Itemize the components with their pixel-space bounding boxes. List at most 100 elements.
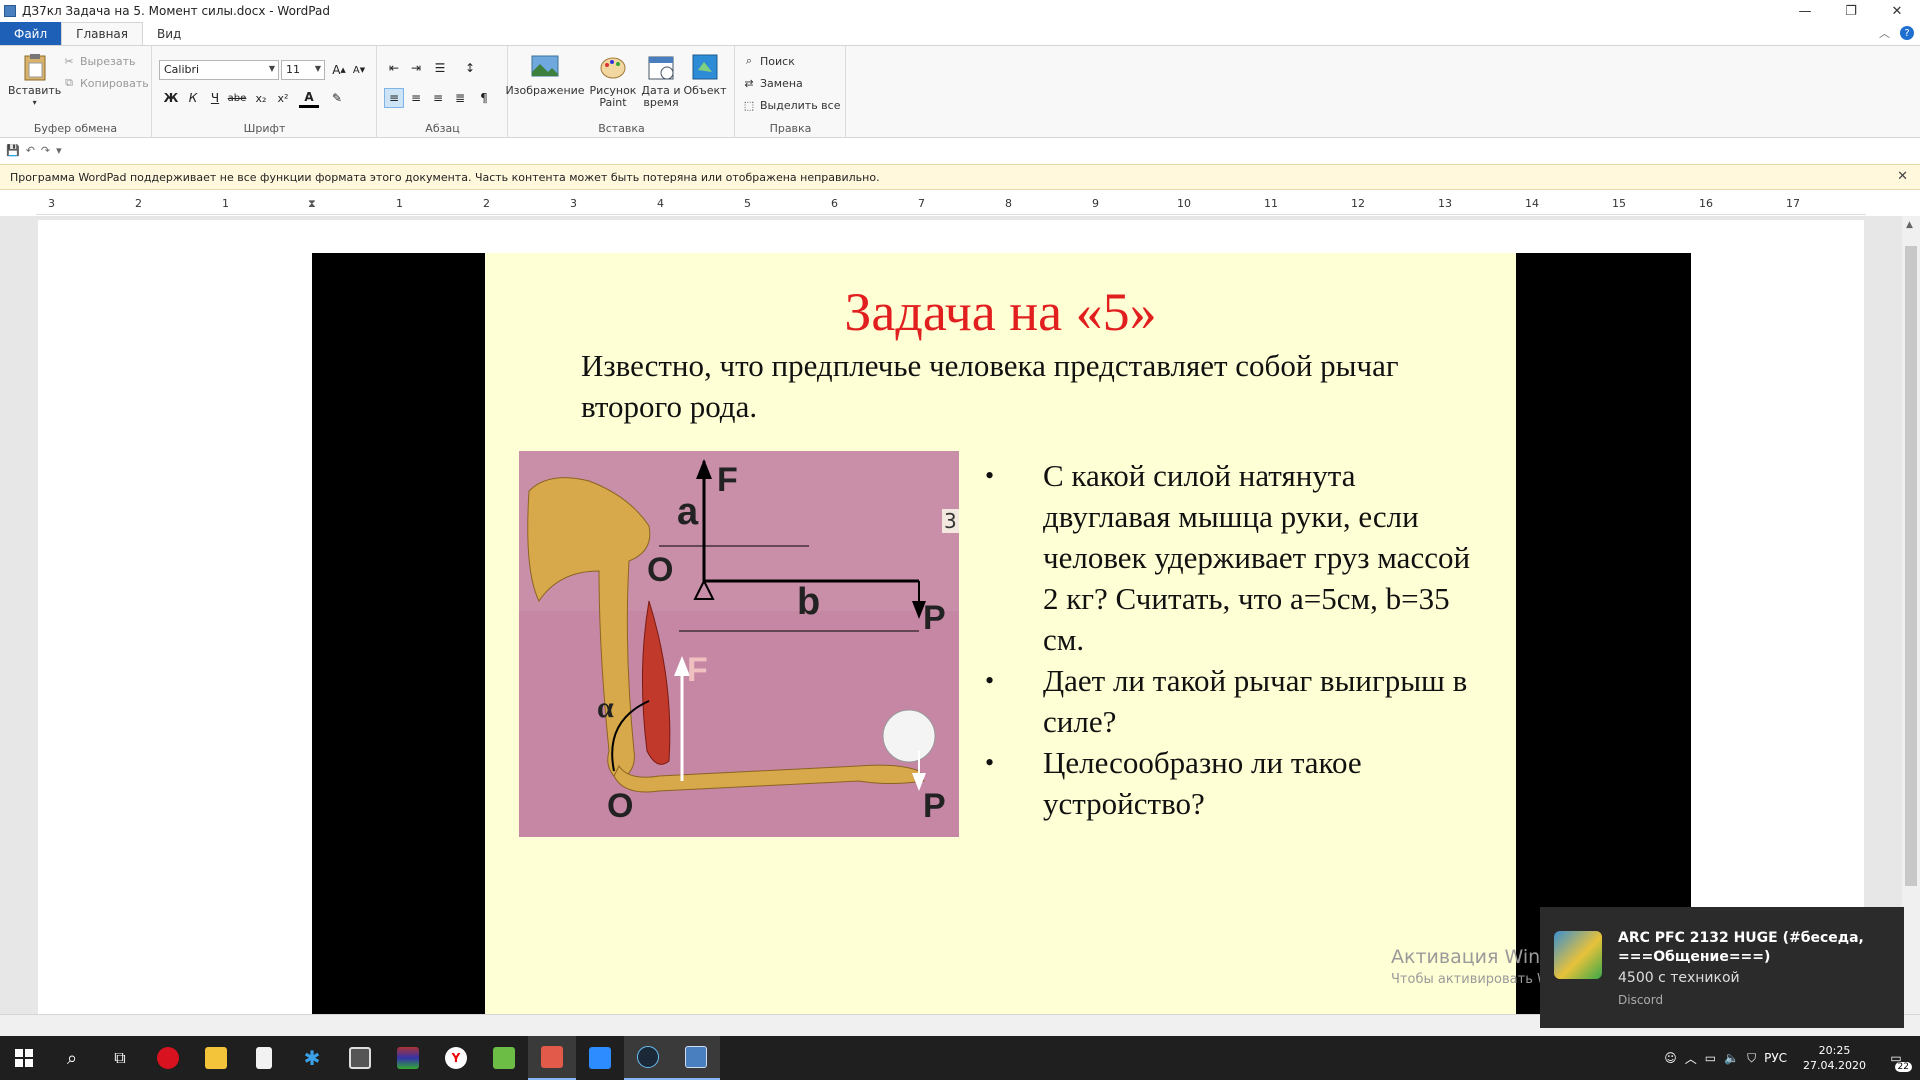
help-icon[interactable]: ?: [1900, 26, 1914, 40]
find-button[interactable]: ⌕ Поиск: [742, 54, 795, 68]
notepad-icon[interactable]: [240, 1036, 288, 1080]
clock[interactable]: 20:25 27.04.2020: [1803, 1043, 1866, 1073]
copy-button[interactable]: ⧉ Копировать: [62, 76, 149, 90]
app-box-icon[interactable]: [336, 1036, 384, 1080]
collapse-ribbon-icon[interactable]: ︿: [1879, 25, 1890, 41]
action-center-button[interactable]: ▭ 22: [1882, 1044, 1912, 1072]
vertical-scrollbar[interactable]: ▲: [1902, 216, 1920, 1014]
align-center-icon[interactable]: ≡: [406, 88, 426, 108]
redo-icon[interactable]: ↷: [41, 144, 50, 157]
restore-button[interactable]: ❐: [1828, 0, 1874, 22]
scroll-up-icon[interactable]: ▲: [1906, 220, 1913, 230]
wordpad-taskbar-icon[interactable]: [672, 1036, 720, 1080]
minimize-button[interactable]: —: [1782, 0, 1828, 22]
paint-drawing-button[interactable]: Рисунок Paint: [590, 52, 636, 109]
close-button[interactable]: ✕: [1874, 0, 1920, 22]
copy-label: Копировать: [80, 76, 149, 90]
binoculars-icon: ⌕: [745, 54, 753, 67]
slide-content: Задача на «5» Известно, что предплечье ч…: [485, 253, 1516, 1014]
zoom-icon[interactable]: [576, 1036, 624, 1080]
label-page-number: 3: [942, 509, 959, 533]
toast-body: 4500 с техникой: [1618, 970, 1740, 986]
increase-indent-icon[interactable]: ⇥: [406, 58, 426, 78]
datetime-label: Дата и время: [641, 84, 681, 109]
label-alpha: α: [597, 691, 614, 724]
replace-button[interactable]: ⇄ Замена: [742, 76, 803, 90]
bullet-list-icon[interactable]: ☰: [430, 58, 450, 78]
embedded-slide[interactable]: Задача на «5» Известно, что предплечье ч…: [312, 253, 1691, 1014]
insert-picture-button[interactable]: Изображение: [505, 52, 585, 97]
paragraph-settings-icon[interactable]: ¶: [474, 88, 494, 108]
server-icon: [1554, 931, 1602, 979]
datetime-button[interactable]: Дата и время: [641, 52, 681, 109]
strikethrough-button[interactable]: abe: [227, 88, 247, 108]
yandex-icon[interactable]: Y: [432, 1036, 480, 1080]
volume-icon[interactable]: 🔈: [1724, 1051, 1739, 1065]
font-size-select[interactable]: 11 ▼: [281, 60, 325, 80]
font-family-select[interactable]: Calibri ▼: [159, 60, 279, 80]
italic-button[interactable]: К: [183, 88, 203, 108]
file-explorer-icon[interactable]: [192, 1036, 240, 1080]
replace-label: Замена: [760, 76, 803, 90]
bold-button[interactable]: Ж: [161, 88, 181, 108]
notification-toast[interactable]: ARC PFC 2132 HUGE (#беседа, ===Общение==…: [1540, 907, 1904, 1028]
select-all-button[interactable]: ⬚ Выделить все: [742, 98, 841, 112]
ruler-indent-marker[interactable]: ⧗: [308, 197, 316, 211]
windows-icon: [15, 1049, 33, 1067]
save-icon[interactable]: 💾: [6, 144, 20, 157]
shrink-font-button[interactable]: A ▼: [349, 60, 369, 80]
search-icon[interactable]: ⌕: [48, 1036, 96, 1080]
list-item: • С какой силой натянута двуглавая мышца …: [985, 455, 1485, 660]
copy-icon: ⧉: [65, 76, 73, 89]
insert-group-label: Вставка: [598, 122, 645, 135]
ruler-tick: 14: [1525, 197, 1539, 210]
system-tray: ☺ ︿ ▭ 🔈 ⛉ РУС 20:25 27.04.2020 ▭ 22: [1664, 1036, 1920, 1080]
ruler-tick: 12: [1351, 197, 1365, 210]
bullet-text: Дает ли такой рычаг выигрыш в силе?: [1043, 663, 1468, 739]
clock-time: 20:25: [1818, 1044, 1851, 1057]
subscript-button[interactable]: x₂: [251, 88, 271, 108]
paste-button[interactable]: Вставить ▾: [8, 52, 61, 109]
highlight-icon[interactable]: ✎: [327, 88, 347, 108]
antivirus-icon[interactable]: ⛉: [1747, 1051, 1756, 1066]
scrollbar-thumb[interactable]: [1905, 246, 1917, 886]
align-left-icon[interactable]: ≡: [384, 88, 404, 108]
network-icon[interactable]: ▭: [1705, 1051, 1716, 1065]
decrease-indent-icon[interactable]: ⇤: [384, 58, 404, 78]
label-f-top: F: [717, 461, 738, 499]
tab-view[interactable]: Вид: [143, 22, 195, 45]
cut-button[interactable]: ✂ Вырезать: [62, 54, 135, 68]
bullet-text: Целесообразно ли такое устройство?: [1043, 745, 1362, 821]
align-right-icon[interactable]: ≡: [428, 88, 448, 108]
ruler-tick: 2: [483, 197, 490, 210]
discord-icon[interactable]: [528, 1036, 576, 1080]
undo-icon[interactable]: ↶: [26, 144, 35, 157]
font-group: Calibri ▼ 11 ▼ A ▲ A ▼ Ж К Ч abe x₂ x² A ✎ Ш…: [153, 46, 377, 138]
opera-icon[interactable]: [144, 1036, 192, 1080]
superscript-button[interactable]: x²: [273, 88, 293, 108]
winrar-icon[interactable]: [384, 1036, 432, 1080]
insert-object-button[interactable]: Объект: [683, 52, 727, 97]
font-color-button[interactable]: A: [299, 88, 319, 108]
utorrent-icon[interactable]: [480, 1036, 528, 1080]
start-button[interactable]: [0, 1036, 48, 1080]
underline-button[interactable]: Ч: [205, 88, 225, 108]
line-spacing-icon[interactable]: ↕: [460, 58, 480, 78]
tab-file[interactable]: Файл: [0, 22, 62, 45]
input-language[interactable]: РУС: [1764, 1051, 1787, 1065]
toast-app: Discord: [1618, 993, 1664, 1007]
paragraph-group: ⇤ ⇥ ☰ ↕ ≡ ≡ ≡ ≣ ¶ Абзац: [378, 46, 508, 138]
customize-toolbar-icon[interactable]: ▾: [56, 144, 62, 157]
steam-icon[interactable]: [624, 1036, 672, 1080]
ruler-tick: 8: [1005, 197, 1012, 210]
close-icon[interactable]: ✕: [1897, 169, 1908, 184]
justify-icon[interactable]: ≣: [450, 88, 470, 108]
insert-group: Изображение Рисунок Paint Дата и время О…: [505, 46, 735, 138]
tray-chevron-icon[interactable]: ︿: [1685, 1050, 1697, 1067]
people-icon[interactable]: ☺: [1664, 1051, 1677, 1065]
app-star-icon[interactable]: ✱: [288, 1036, 336, 1080]
task-view-icon[interactable]: ⧉: [96, 1036, 144, 1080]
ruler[interactable]: 3 2 1 ⧗ 1 2 3 4 5 6 7 8 9 10 11 12 13 14…: [36, 193, 1866, 215]
grow-font-button[interactable]: A ▲: [329, 60, 349, 80]
tab-home[interactable]: Главная: [61, 22, 143, 45]
